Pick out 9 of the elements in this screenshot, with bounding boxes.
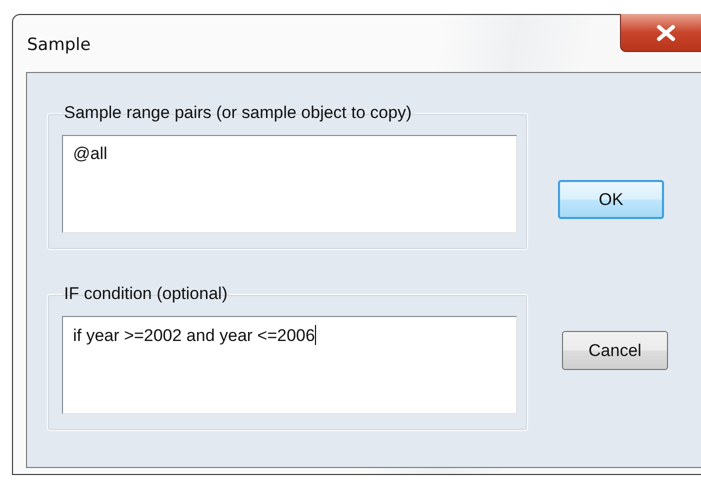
ok-button[interactable]: OK — [558, 180, 664, 219]
input-field[interactable]: @all — [62, 135, 517, 233]
group-label: Sample range pairs (or sample object to copy) — [63, 103, 413, 123]
close-icon — [655, 24, 677, 42]
input-field[interactable]: if year >=2002 and year <=2006 — [62, 316, 517, 414]
window-title: Sample — [27, 35, 91, 55]
close-button[interactable] — [620, 14, 701, 52]
cancel-button[interactable]: Cancel — [562, 331, 668, 370]
group-label: IF condition (optional) — [63, 284, 228, 304]
